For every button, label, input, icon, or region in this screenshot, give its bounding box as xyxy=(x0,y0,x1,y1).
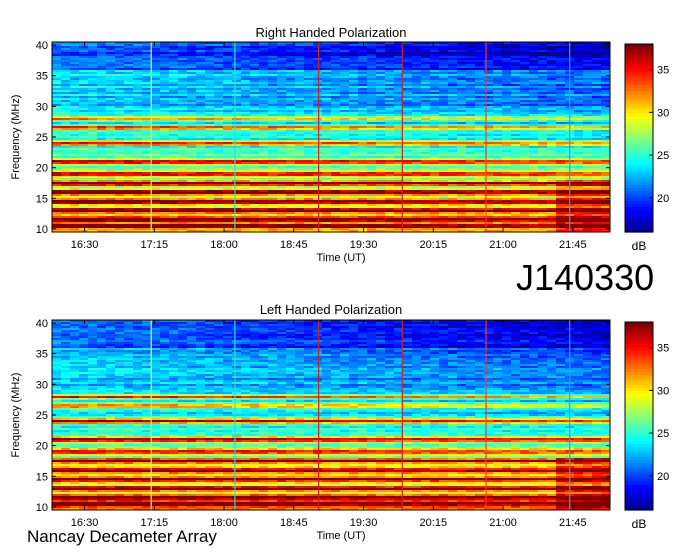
x-tick-label: 18:00 xyxy=(210,239,238,251)
colorbar-label: dB xyxy=(632,239,647,253)
colorbar-tick-label: 20 xyxy=(657,193,669,205)
x-tick-label: 16:30 xyxy=(71,239,99,251)
y-tick-label: 25 xyxy=(36,132,48,144)
colorbar-tick-label: 35 xyxy=(657,65,669,77)
observation-id: J140330 xyxy=(516,257,655,298)
y-tick-label: 15 xyxy=(36,193,48,205)
y-tick-label: 35 xyxy=(36,349,48,361)
y-tick-label: 25 xyxy=(36,410,48,422)
y-axis-label: Frequency (MHz) xyxy=(10,95,22,180)
chart-title: Right Handed Polarization xyxy=(255,25,406,40)
x-tick-label: 21:00 xyxy=(489,517,517,529)
x-tick-label: 19:30 xyxy=(350,517,378,529)
x-tick-label: 19:30 xyxy=(350,239,378,251)
x-tick-label: 20:15 xyxy=(420,239,448,251)
y-tick-label: 20 xyxy=(36,441,48,453)
x-tick-label: 20:15 xyxy=(420,517,448,529)
colorbar-tick-label: 25 xyxy=(657,428,669,440)
y-tick-label: 10 xyxy=(36,224,48,236)
y-axis-label: Frequency (MHz) xyxy=(10,373,22,458)
colorbar-label: dB xyxy=(632,517,647,531)
instrument-label: Nancay Decameter Array xyxy=(27,527,217,546)
x-tick-label: 17:15 xyxy=(141,239,169,251)
colorbar-tick-label: 25 xyxy=(657,150,669,162)
x-tick-label: 21:00 xyxy=(489,239,517,251)
y-tick-label: 40 xyxy=(36,318,48,330)
y-tick-label: 10 xyxy=(36,502,48,514)
colorbar-tick-label: 30 xyxy=(657,107,669,119)
y-tick-label: 30 xyxy=(36,379,48,391)
colorbar-tick-label: 35 xyxy=(657,343,669,355)
colorbar-tick-label: 20 xyxy=(657,471,669,483)
spectrogram-image xyxy=(52,320,610,510)
x-tick-label: 18:45 xyxy=(280,239,308,251)
colorbar-tick-label: 30 xyxy=(657,385,669,397)
x-tick-label: 21:45 xyxy=(559,517,587,529)
y-tick-label: 40 xyxy=(36,40,48,52)
y-tick-label: 35 xyxy=(36,71,48,83)
x-tick-label: 21:45 xyxy=(559,239,587,251)
y-tick-label: 15 xyxy=(36,471,48,483)
y-tick-label: 20 xyxy=(36,163,48,175)
x-axis-label: Time (UT) xyxy=(316,252,365,264)
spectrogram-image xyxy=(52,42,610,232)
y-tick-label: 30 xyxy=(36,101,48,113)
x-axis-label: Time (UT) xyxy=(316,530,365,542)
chart-title: Left Handed Polarization xyxy=(260,302,402,317)
x-tick-label: 18:45 xyxy=(280,517,308,529)
